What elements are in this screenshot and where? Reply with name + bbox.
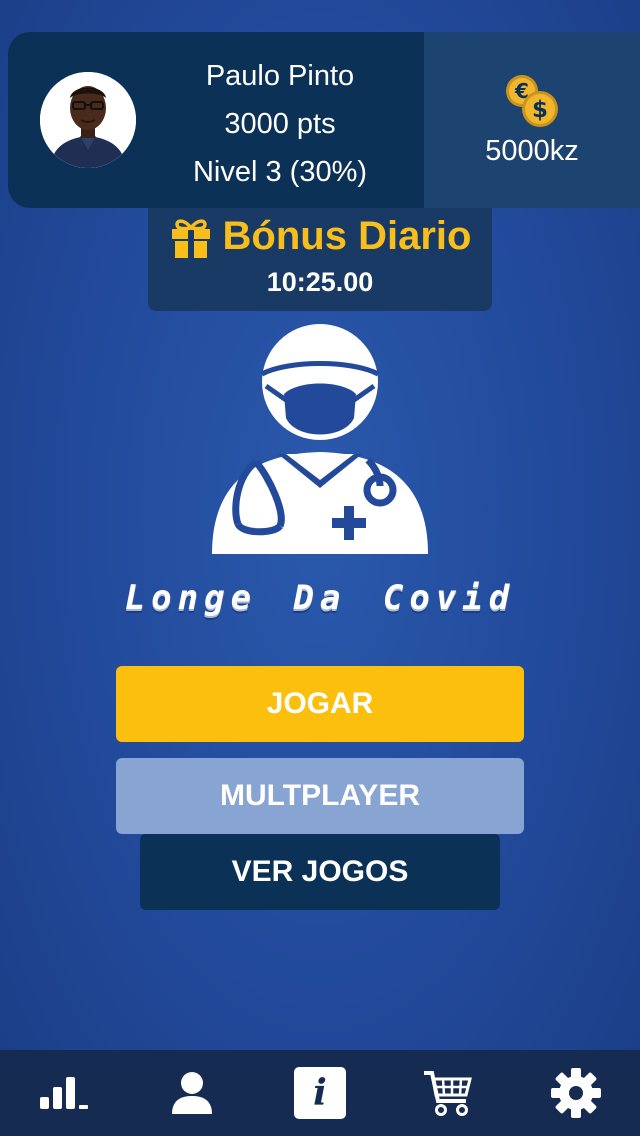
bonus-timer: 10:25.00	[266, 267, 374, 297]
svg-text:$: $	[532, 97, 548, 123]
info-icon: i	[294, 1067, 346, 1119]
daily-bonus[interactable]: Bónus Diario 10:25.00	[148, 208, 492, 311]
game-title: Longe Da Covid	[124, 578, 516, 618]
nav-ranking[interactable]	[28, 1057, 100, 1129]
view-games-button[interactable]: VER JOGOS	[140, 834, 500, 910]
bonus-title: Bónus Diario	[222, 214, 472, 258]
bonus-title-row: Bónus Diario	[169, 214, 472, 259]
doctor-icon	[212, 324, 428, 554]
gear-icon	[551, 1068, 601, 1118]
multiplayer-button[interactable]: MULTPLAYER	[116, 758, 524, 834]
coins-panel[interactable]: € $ 5000kz	[424, 32, 640, 208]
nav-info[interactable]: i	[284, 1057, 356, 1129]
coins-icon: € $	[506, 74, 558, 127]
play-button[interactable]: JOGAR	[116, 666, 524, 742]
cart-icon	[424, 1071, 472, 1116]
user-info: Paulo Pinto 3000 pts Nivel 3 (30%)	[136, 52, 424, 196]
coins-amount: 5000kz	[485, 134, 579, 167]
bottom-nav: i	[0, 1050, 640, 1136]
profile-card[interactable]: Paulo Pinto 3000 pts Nivel 3 (30%) € $ 5…	[8, 32, 640, 208]
nav-shop[interactable]	[412, 1057, 484, 1129]
nav-profile[interactable]	[156, 1057, 228, 1129]
bar-chart-icon	[40, 1077, 88, 1109]
nav-settings[interactable]	[540, 1057, 612, 1129]
user-icon	[172, 1072, 212, 1114]
gift-icon	[171, 218, 210, 258]
player-points: 3000 pts	[224, 108, 336, 140]
avatar[interactable]	[40, 72, 136, 168]
avatar-image	[40, 72, 136, 168]
player-level: Nivel 3 (30%)	[192, 156, 368, 188]
player-name: Paulo Pinto	[205, 60, 355, 92]
